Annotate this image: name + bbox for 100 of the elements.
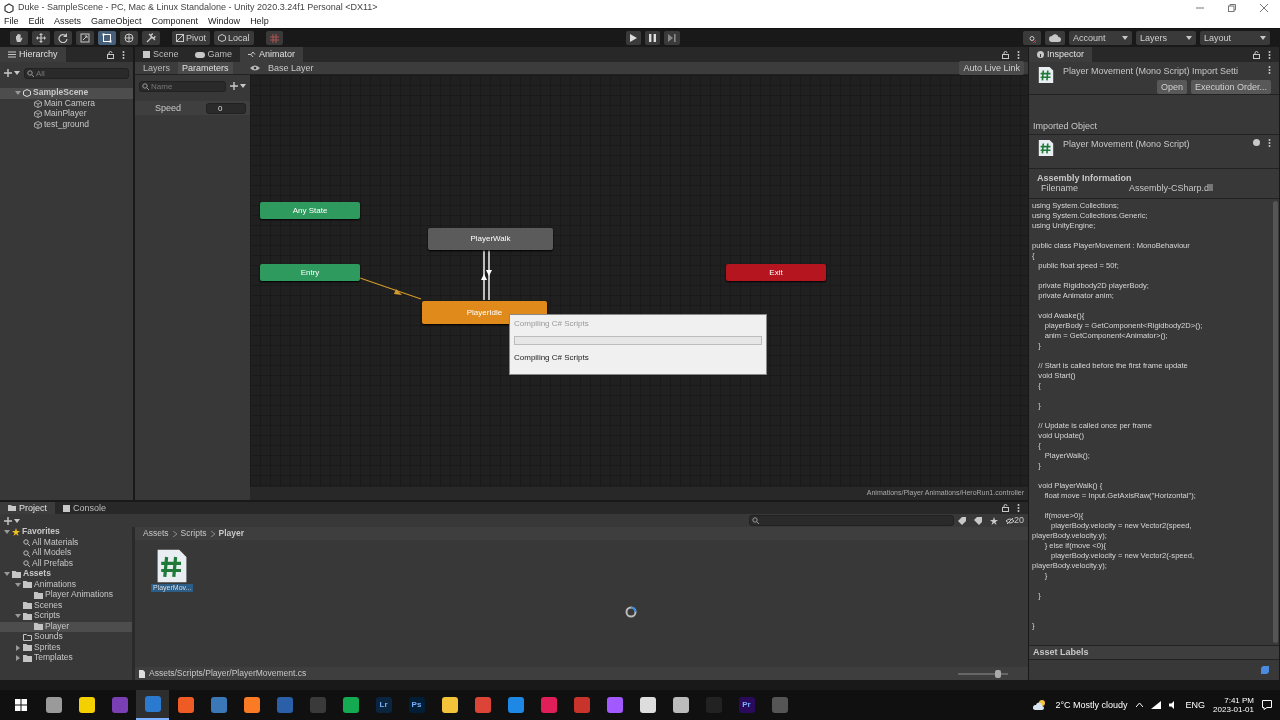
taskbar-app[interactable]: Lr [367,690,400,720]
more-icon[interactable] [1268,66,1271,74]
account-dropdown[interactable]: Account [1069,31,1132,45]
taskbar-app[interactable]: Pr [730,690,763,720]
more-icon[interactable] [122,50,125,59]
panel-tab[interactable]: Console [55,502,115,514]
cloud-button[interactable] [1045,31,1065,45]
add-button[interactable] [4,66,20,80]
grid-snap-button[interactable] [265,31,283,45]
panel-tab[interactable]: Project [0,502,55,514]
state-node[interactable]: Exit [726,264,826,281]
menu-item[interactable]: File [4,16,19,27]
expanded-arrow-icon[interactable] [4,529,10,536]
search-field[interactable] [749,515,954,526]
inspector-button[interactable]: Open [1156,80,1187,94]
layers-dropdown[interactable]: Layers [1136,31,1196,45]
breadcrumb-item[interactable]: Base Layer [264,62,318,74]
play-button[interactable] [625,31,641,45]
tree-item[interactable]: Player [0,621,132,632]
collapsed-arrow-icon[interactable] [15,644,21,651]
label-icon[interactable] [974,516,982,525]
lock-icon[interactable] [1002,50,1009,59]
inspector-button[interactable]: Execution Order... [1190,80,1271,94]
tree-item[interactable]: Assets [0,569,132,580]
add-parameter-button[interactable] [230,79,246,93]
state-node[interactable]: PlayerWalk [428,228,553,250]
collapsed-arrow-icon[interactable] [15,655,21,662]
eye-icon[interactable] [250,65,260,71]
expanded-arrow-icon[interactable] [15,90,21,97]
tree-item[interactable]: Main Camera [0,98,133,109]
parameter-value-field[interactable]: 0 [206,102,246,114]
more-icon[interactable] [1017,50,1020,59]
breadcrumb-item[interactable]: Assets [143,528,169,539]
panel-tab[interactable]: Animator [240,47,304,62]
taskbar-app[interactable] [136,690,169,720]
lock-icon[interactable] [1002,504,1009,512]
help-icon[interactable] [1253,139,1260,146]
breadcrumb-item[interactable]: Scripts [180,528,207,539]
tool-button[interactable] [10,31,28,45]
panel-tab[interactable]: Game [186,47,241,62]
tag-icon[interactable] [1261,666,1271,674]
expanded-arrow-icon[interactable] [15,581,21,588]
menu-item[interactable]: Component [151,16,199,27]
breadcrumb-item[interactable]: Player [218,528,245,539]
layout-dropdown[interactable]: Layout [1200,31,1270,45]
collab-button[interactable] [1023,31,1041,45]
live-link-button[interactable]: Auto Live Link [959,61,1024,75]
network-icon[interactable] [1150,701,1161,709]
taskbar-app[interactable]: Ps [400,690,433,720]
menu-item[interactable]: Assets [54,16,82,27]
more-icon[interactable] [1268,50,1271,59]
weather-text[interactable]: 2°C Mostly cloudy [1055,699,1128,711]
pivot-button[interactable]: Pivot [172,31,210,45]
expanded-arrow-icon[interactable] [15,613,21,620]
hidden-packages-toggle[interactable]: 20 [1006,515,1024,526]
slider-thumb[interactable] [995,669,1002,678]
search-field[interactable]: Name [139,80,226,92]
tool-button[interactable] [76,31,94,45]
tree-item[interactable]: MainPlayer [0,109,133,120]
clock-time[interactable]: 7:41 PM [1224,695,1254,705]
zoom-slider[interactable] [958,672,1008,675]
tree-item[interactable]: Favorites [0,527,132,538]
tool-button[interactable] [32,31,50,45]
language-indicator[interactable]: ENG [1185,699,1206,711]
more-icon[interactable] [1017,504,1020,512]
tree-item[interactable]: Templates [0,653,132,664]
lock-icon[interactable] [1253,50,1260,59]
tree-item[interactable]: All Models [0,548,132,559]
tree-item[interactable]: Player Animations [0,590,132,601]
panel-tab[interactable]: Layers [139,62,174,74]
menu-item[interactable]: Edit [28,16,45,27]
panel-tab[interactable]: Hierarchy [0,47,66,62]
tool-button[interactable] [120,31,138,45]
menu-item[interactable]: Window [208,16,241,27]
tool-button[interactable] [142,31,160,45]
tree-item[interactable]: All Prefabs [0,558,132,569]
tree-item[interactable]: All Materials [0,537,132,548]
menu-item[interactable]: GameObject [91,16,142,27]
tree-item[interactable]: Sounds [0,632,132,643]
transition-arrow[interactable] [486,249,492,301]
menu-item[interactable]: Help [250,16,269,27]
tree-item[interactable]: Scenes [0,600,132,611]
search-field[interactable]: All [24,67,129,79]
state-node[interactable]: Any State [260,202,360,219]
close-icon[interactable] [1260,3,1268,12]
notification-icon[interactable] [1262,700,1272,710]
tree-item[interactable]: Scripts [0,611,132,622]
star-icon[interactable] [990,516,998,525]
more-icon[interactable] [1268,139,1271,147]
transition-arrow[interactable] [481,249,487,301]
filter-type-icon[interactable] [958,516,966,525]
tree-item[interactable]: Animations [0,579,132,590]
pause-button[interactable] [644,31,660,45]
expanded-arrow-icon[interactable] [4,571,10,578]
tool-button[interactable] [54,31,72,45]
tree-item[interactable]: test_ground [0,119,133,130]
lock-icon[interactable] [107,50,114,59]
tool-button[interactable] [98,31,116,45]
restore-icon[interactable] [1228,3,1236,12]
chevron-up-icon[interactable] [1135,703,1143,707]
